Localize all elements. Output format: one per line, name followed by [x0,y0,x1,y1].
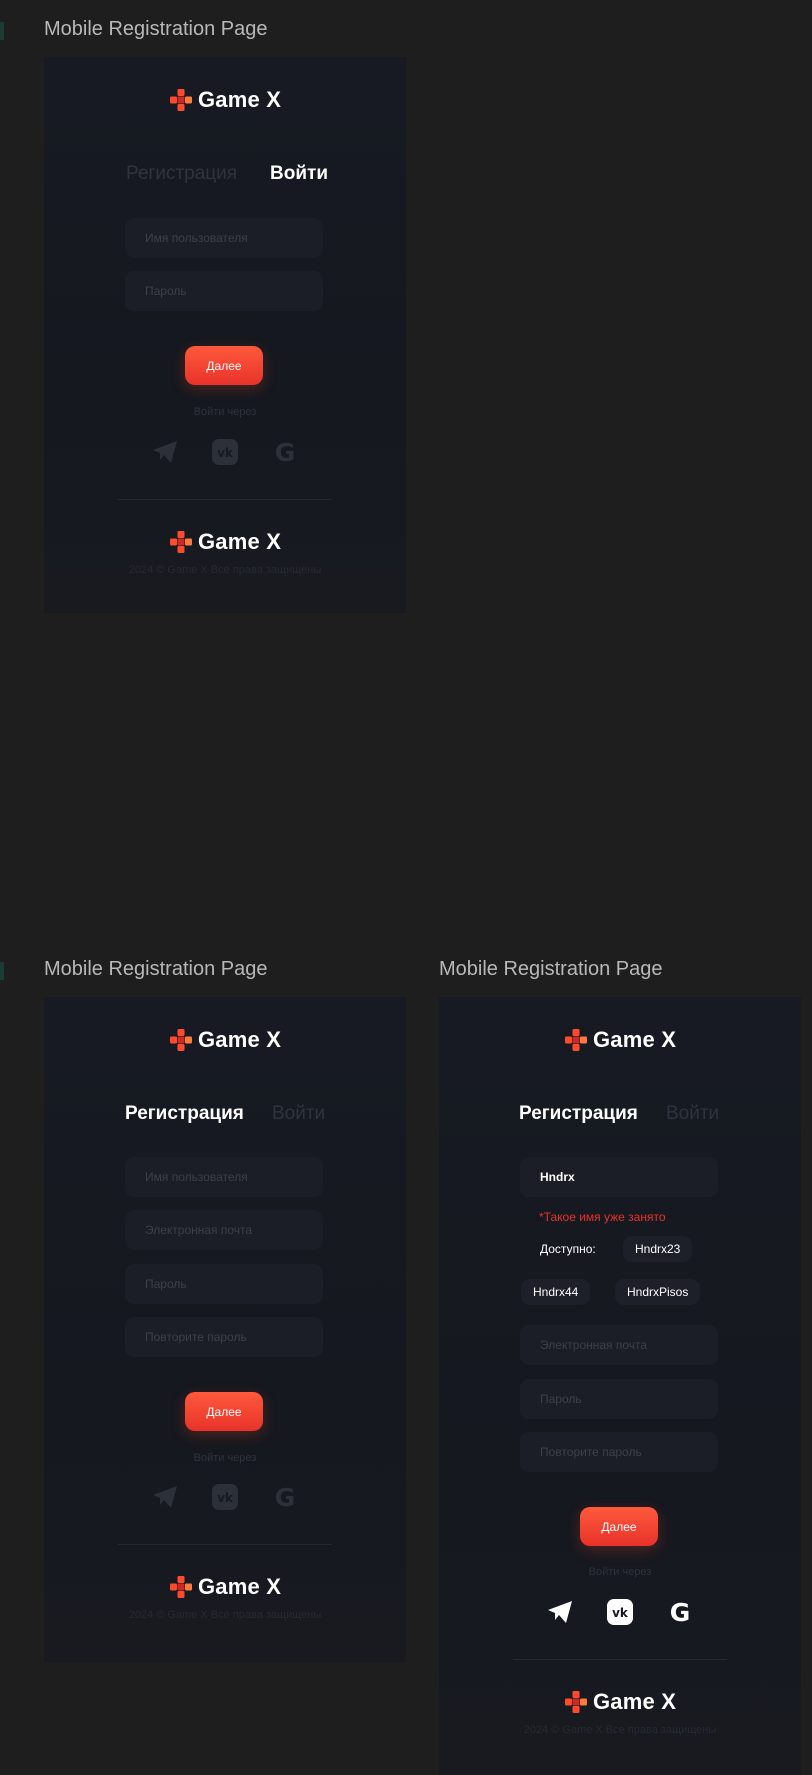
gamepad-cross-icon [170,531,192,553]
frame-marker [0,22,4,40]
tab-register[interactable]: Регистрация [125,1103,244,1125]
gamepad-cross-icon [170,1576,192,1598]
footer-divider [118,1544,332,1545]
gamepad-cross-icon [565,1029,587,1051]
password-input[interactable] [125,271,323,311]
telegram-button[interactable] [150,1482,180,1512]
password-field[interactable] [125,271,323,311]
vk-button[interactable]: vk [210,1482,240,1512]
telegram-button[interactable] [545,1597,575,1627]
google-icon: G [275,1483,296,1511]
vk-icon: vk [607,1599,633,1625]
repeat-password-input[interactable] [520,1432,718,1472]
svg-text:G: G [670,1598,691,1626]
frame-label: Mobile Registration Page [44,18,268,40]
register-frame: Game X Регистрация Войти Далее Войти чер… [44,997,406,1662]
brand-logo: Game X [170,87,281,113]
telegram-icon [548,1601,572,1623]
email-input[interactable] [125,1210,323,1250]
gamepad-cross-icon [565,1691,587,1713]
username-field[interactable] [125,218,323,258]
frame-label: Mobile Registration Page [439,958,663,980]
email-input[interactable] [520,1325,718,1365]
telegram-button[interactable] [150,437,180,467]
login-via-label: Войти через [193,406,257,418]
username-error: *Такое имя уже занято [539,1210,666,1224]
login-via-label: Войти через [588,1566,652,1578]
gamepad-cross-icon [170,1029,192,1051]
username-input[interactable] [125,218,323,258]
register-error-frame: Game X Регистрация Войти *Такое имя уже … [439,997,801,1775]
tab-register[interactable]: Регистрация [126,163,237,185]
repeat-password-field[interactable] [520,1432,718,1472]
frame-marker [0,962,4,980]
svg-text:vk: vk [217,446,234,460]
suggestion-chip[interactable]: Hndrx23 [623,1236,693,1262]
username-input[interactable] [520,1157,718,1197]
tab-login[interactable]: Войти [666,1103,719,1125]
google-icon: G [670,1598,691,1626]
vk-button[interactable]: vk [210,437,240,467]
password-field[interactable] [520,1379,718,1419]
footer-brand-name: Game X [593,1689,677,1714]
next-button[interactable]: Далее [580,1507,658,1546]
telegram-icon [153,1486,177,1508]
google-button[interactable]: G [270,1482,300,1512]
login-via-label: Войти через [193,1452,257,1464]
email-field[interactable] [520,1325,718,1365]
footer-brand-name: Game X [198,1574,282,1599]
copyright: 2024 © Game X Все права защищены [128,564,322,576]
copyright: 2024 © Game X Все права защищены [128,1609,322,1621]
repeat-password-input[interactable] [125,1317,323,1357]
brand-name: Game X [198,87,282,112]
brand-logo: Game X [565,1027,676,1053]
username-field[interactable] [520,1157,718,1197]
frame-label: Mobile Registration Page [44,958,268,980]
brand-name: Game X [593,1027,677,1052]
password-field[interactable] [125,1264,323,1304]
next-button[interactable]: Далее [185,1392,263,1431]
vk-icon: vk [212,439,238,465]
brand-logo: Game X [170,1027,281,1053]
footer-brand-name: Game X [198,529,282,554]
password-input[interactable] [520,1379,718,1419]
repeat-password-field[interactable] [125,1317,323,1357]
vk-icon: vk [212,1484,238,1510]
next-button[interactable]: Далее [185,346,263,385]
brand-name: Game X [198,1027,282,1052]
vk-button[interactable]: vk [605,1597,635,1627]
tab-register[interactable]: Регистрация [519,1103,638,1125]
footer-logo: Game X [170,529,281,555]
email-field[interactable] [125,1210,323,1250]
footer-divider [118,499,332,500]
username-field[interactable] [125,1157,323,1197]
available-label: Доступно: [540,1242,596,1256]
copyright: 2024 © Game X Все права защищены [523,1724,717,1736]
footer-logo: Game X [565,1689,676,1715]
google-button[interactable]: G [270,437,300,467]
svg-text:vk: vk [217,1491,234,1505]
footer-logo: Game X [170,1574,281,1600]
footer-divider [513,1659,727,1660]
telegram-icon [153,441,177,463]
google-button[interactable]: G [665,1597,695,1627]
svg-text:vk: vk [612,1606,629,1620]
svg-text:G: G [275,438,296,466]
password-input[interactable] [125,1264,323,1304]
login-frame: Game X Регистрация Войти Далее Войти чер… [44,57,406,613]
tab-login[interactable]: Войти [272,1103,325,1125]
username-input[interactable] [125,1157,323,1197]
svg-text:G: G [275,1483,296,1511]
suggestion-chip[interactable]: Hndrx44 [521,1279,591,1305]
google-icon: G [275,438,296,466]
gamepad-cross-icon [170,89,192,111]
tab-login[interactable]: Войти [270,163,328,185]
suggestion-chip[interactable]: HndrxPisos [615,1279,701,1305]
